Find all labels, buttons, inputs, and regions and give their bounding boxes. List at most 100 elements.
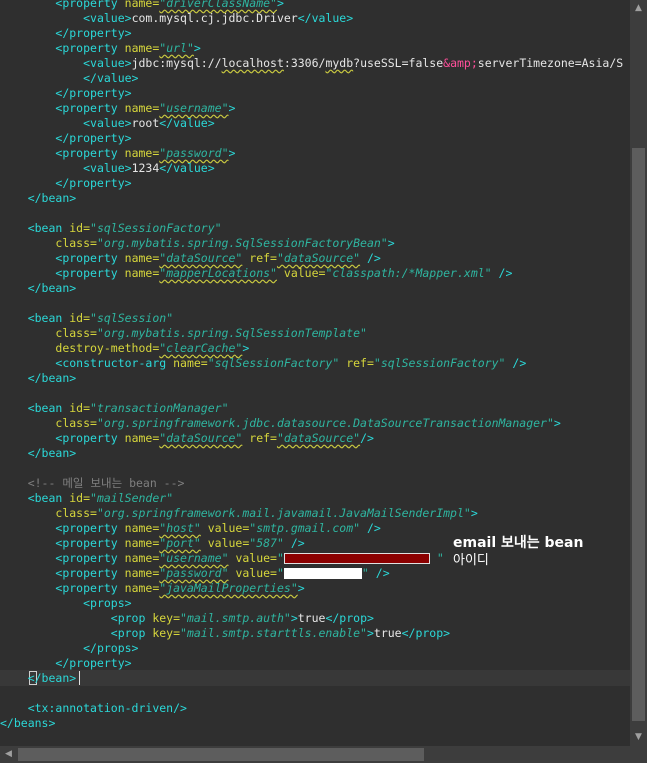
code-editor[interactable]: <property name="driverClassName"> <value… [0, 0, 630, 746]
code-token: "dataSource" [159, 431, 243, 445]
code-token: <property [55, 581, 125, 595]
code-token: </bean> [27, 371, 77, 385]
annotation-subtitle: 아이디 [453, 553, 489, 568]
code-line: <bean id="mailSender" [0, 491, 173, 506]
code-token: class= [55, 326, 97, 340]
code-token: name= [124, 581, 160, 595]
code-line: <bean id="sqlSession" [0, 311, 173, 326]
code-token: "mapperLocations" [159, 266, 277, 280]
code-token: 1234 [131, 161, 160, 175]
code-token: </bean> [27, 281, 77, 295]
code-token: serverTimezone=Asia/S [477, 56, 624, 70]
code-token: &amp; [443, 56, 478, 70]
code-line: </beans> [0, 716, 55, 731]
code-token: name= [124, 551, 160, 565]
code-token: id= [69, 221, 91, 235]
code-token: </property> [55, 86, 132, 100]
code-token: "mail.smtp.starttls.enable" [180, 626, 367, 640]
code-token: "port" [159, 536, 201, 550]
code-token: </prop> [401, 626, 451, 640]
code-token: "org.mybatis.spring.SqlSessionFactoryBea… [96, 236, 388, 250]
code-line: <value>com.mysql.cj.jdbc.Driver</value> [0, 11, 353, 26]
code-token: name= [124, 0, 160, 10]
code-line: <value>root</value> [0, 116, 215, 131]
code-token: </property> [55, 176, 132, 190]
code-token: name= [124, 251, 160, 265]
code-line: </value> [0, 71, 138, 86]
code-token: <property [55, 536, 125, 550]
code-line: <property name="password" value=" " /> [0, 566, 389, 581]
code-token: " [276, 551, 284, 565]
code-line: </property> [0, 86, 132, 101]
code-token: value= [200, 536, 250, 550]
code-token: name= [124, 431, 160, 445]
code-token: name= [124, 101, 160, 115]
code-token: <!-- 메일 보내는 bean --> [27, 476, 185, 490]
code-line: <value>jdbc:mysql://localhost:3306/mydb?… [0, 56, 623, 71]
arrow-up-icon[interactable]: ▲ [630, 0, 647, 17]
current-line-highlight [0, 670, 630, 686]
code-line: <prop key="mail.smtp.starttls.enable">tr… [0, 626, 450, 641]
code-line: </props> [0, 641, 138, 656]
code-token: "password" [159, 146, 229, 160]
code-token: name= [124, 41, 160, 55]
code-line: <property name="dataSource" ref="dataSou… [0, 251, 380, 266]
code-token: <property [55, 521, 125, 535]
code-token: "url" [159, 41, 194, 55]
code-line: <property name="mapperLocations" value="… [0, 266, 512, 281]
code-token: value= [228, 551, 277, 565]
arrow-left-icon[interactable]: ◀ [0, 746, 17, 763]
code-token: > [193, 41, 201, 55]
code-token: </beans> [0, 716, 56, 730]
code-token: </value> [297, 11, 354, 25]
code-token: "sqlSessionFactory" [90, 221, 222, 235]
code-line: </bean> [0, 281, 76, 296]
vertical-scroll-thumb[interactable] [632, 148, 645, 721]
code-token: class= [55, 236, 97, 250]
code-token: </bean> [27, 671, 77, 685]
code-token: /> [491, 266, 513, 280]
code-token: <property [55, 551, 125, 565]
code-token: root [131, 116, 160, 130]
code-line: class="org.mybatis.spring.SqlSessionFact… [0, 236, 394, 251]
code-token: </value> [83, 71, 139, 85]
code-token: true [373, 626, 402, 640]
code-token: value= [200, 521, 250, 535]
code-line: <property name="dataSource" ref="dataSou… [0, 431, 374, 446]
code-token: > [366, 626, 374, 640]
code-token: id= [69, 491, 91, 505]
code-line: </bean> [0, 671, 76, 686]
code-token: name= [124, 536, 160, 550]
annotation-title: email 보내는 bean [453, 535, 584, 551]
code-line: <property name="password"> [0, 146, 235, 161]
code-line: <property name="driverClassName"> [0, 0, 284, 11]
code-token: name= [124, 521, 160, 535]
code-token: com.mysql.cj.jdbc.Driver [131, 11, 298, 25]
horizontal-scroll-thumb[interactable] [18, 748, 424, 761]
code-line: class="org.springframework.mail.javamail… [0, 506, 477, 521]
code-token: <property [55, 101, 125, 115]
code-token: <prop [110, 611, 153, 625]
arrow-down-icon[interactable]: ▼ [630, 729, 647, 746]
code-token: "sqlSessionFactory" [373, 356, 506, 370]
code-token: "host" [159, 521, 201, 535]
code-token: "org.mybatis.spring.SqlSessionTemplate" [96, 326, 367, 340]
code-token: <constructor-arg [55, 356, 174, 370]
code-token: "sqlSessionFactory" [207, 356, 340, 370]
code-token: "mail.smtp.auth" [180, 611, 291, 625]
code-token: "smtp.gmail.com" [249, 521, 361, 535]
